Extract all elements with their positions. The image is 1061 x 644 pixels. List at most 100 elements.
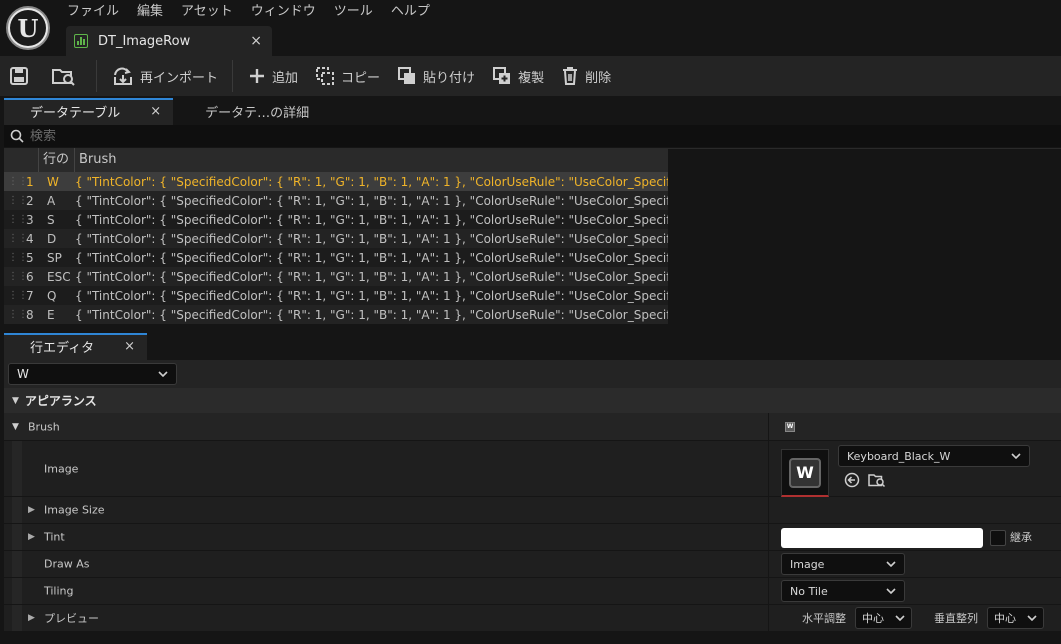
drag-handle-icon[interactable]: ⋮⋮: [8, 252, 28, 263]
column-splitter[interactable]: [768, 441, 769, 496]
copy-button[interactable]: コピー: [306, 56, 388, 96]
paste-icon: [398, 67, 416, 84]
search-bar: [4, 125, 1061, 147]
property-tint-label: Tint: [44, 530, 65, 544]
v-align-dropdown[interactable]: 中心: [987, 607, 1044, 629]
drag-handle-icon[interactable]: ⋮⋮: [8, 290, 28, 301]
reimport-button[interactable]: 再インポート: [103, 56, 226, 96]
row-brush-value: { "TintColor": { "SpecifiedColor": { "R"…: [75, 250, 668, 265]
menu-edit[interactable]: 編集: [128, 2, 172, 22]
draw-as-dropdown[interactable]: Image: [781, 553, 905, 575]
header-row-name[interactable]: 行の: [38, 148, 74, 172]
row-name: S: [47, 212, 55, 227]
table-row[interactable]: ⋮⋮ 4 D { "TintColor": { "SpecifiedColor"…: [4, 229, 668, 248]
property-tint[interactable]: ▶ Tint 継承: [4, 524, 1061, 551]
save-button[interactable]: [0, 56, 43, 96]
property-tiling-label: Tiling: [44, 584, 74, 598]
browse-folder-icon: [52, 69, 75, 86]
v-align-label: 垂直整列: [934, 612, 978, 625]
drag-handle-icon[interactable]: ⋮⋮: [8, 176, 28, 187]
table-row[interactable]: ⋮⋮ 7 Q { "TintColor": { "SpecifiedColor"…: [4, 286, 668, 305]
drag-handle-icon[interactable]: ⋮⋮: [8, 233, 28, 244]
indent-bar: [12, 441, 22, 496]
drag-handle-icon[interactable]: ⋮⋮: [8, 214, 28, 225]
unreal-logo-icon[interactable]: U: [6, 6, 50, 50]
menu-help[interactable]: ヘルプ: [382, 2, 439, 22]
column-splitter[interactable]: [768, 497, 769, 523]
tiling-value: No Tile: [790, 584, 828, 598]
h-align-dropdown[interactable]: 中心: [855, 607, 912, 629]
tab-data-table[interactable]: データテーブル ×: [4, 98, 174, 125]
add-row-button[interactable]: 追加: [239, 56, 306, 96]
search-input[interactable]: [30, 128, 430, 144]
row-select-dropdown[interactable]: W: [8, 363, 177, 385]
trash-icon: [563, 67, 578, 85]
column-splitter[interactable]: [768, 413, 769, 440]
header-brush[interactable]: Brush: [74, 148, 668, 172]
document-tab[interactable]: DT_ImageRow ×: [66, 26, 272, 56]
drag-handle-icon[interactable]: ⋮⋮: [8, 271, 28, 282]
tab-row-editor-label: 行エディタ: [30, 341, 95, 356]
image-thumbnail[interactable]: W: [781, 449, 829, 497]
toolbar-separator: [96, 60, 97, 92]
table-row[interactable]: ⋮⋮ 3 S { "TintColor": { "SpecifiedColor"…: [4, 210, 668, 229]
collapse-triangle-icon: ▼: [12, 421, 19, 432]
column-splitter[interactable]: [768, 551, 769, 577]
column-splitter[interactable]: [768, 605, 769, 631]
document-tab-label: DT_ImageRow: [98, 33, 191, 49]
tab-data-table-details[interactable]: データテ…の詳細: [173, 98, 321, 125]
drag-handle-icon[interactable]: ⋮⋮: [8, 309, 28, 320]
duplicate-button[interactable]: 複製: [483, 56, 552, 96]
tint-color-swatch[interactable]: [781, 528, 983, 548]
row-name: W: [47, 174, 59, 189]
document-tab-close-icon[interactable]: ×: [250, 33, 262, 49]
expand-triangle-icon: ▶: [28, 532, 35, 542]
data-table-panel: データテーブル × データテ…の詳細 行の Brush ⋮⋮ 1 W { "Ti…: [4, 98, 1061, 328]
image-asset-picker[interactable]: Keyboard_Black_W: [838, 445, 1030, 467]
collapse-triangle-icon: ▼: [12, 395, 19, 406]
tab-row-editor[interactable]: 行エディタ ×: [4, 333, 147, 360]
menu-asset[interactable]: アセット: [172, 2, 242, 22]
property-preview[interactable]: ▶ プレビュー 水平調整 中心 垂直整列 中心: [4, 605, 1061, 632]
tab-data-table-close-icon[interactable]: ×: [150, 104, 161, 119]
row-index: 4: [26, 231, 34, 246]
column-splitter[interactable]: [768, 578, 769, 604]
chevron-down-icon: [886, 588, 896, 594]
indent-bar: [12, 497, 22, 523]
row-index: 5: [26, 250, 34, 265]
use-selected-asset-icon[interactable]: [844, 472, 860, 488]
browse-button[interactable]: [43, 56, 90, 96]
column-splitter[interactable]: [768, 524, 769, 550]
section-appearance-label: アピアランス: [24, 394, 97, 408]
plus-icon: [250, 69, 265, 83]
menu-window[interactable]: ウィンドウ: [242, 2, 325, 22]
row-editor-tabs: 行エディタ ×: [4, 333, 1061, 360]
data-table-icon: [74, 34, 88, 48]
property-brush[interactable]: ▼ Brush W: [4, 413, 1061, 441]
row-brush-value: { "TintColor": { "SpecifiedColor": { "R"…: [75, 231, 668, 246]
property-image-size[interactable]: ▶ Image Size: [4, 497, 1061, 524]
delete-button[interactable]: 削除: [552, 56, 619, 96]
paste-button[interactable]: 貼り付け: [388, 56, 483, 96]
menu-file[interactable]: ファイル: [58, 2, 128, 22]
inherit-checkbox[interactable]: [990, 530, 1006, 546]
row-name: ESC: [47, 269, 71, 284]
menu-tools[interactable]: ツール: [325, 2, 382, 22]
tiling-dropdown[interactable]: No Tile: [781, 580, 905, 602]
table-row[interactable]: ⋮⋮ 8 E { "TintColor": { "SpecifiedColor"…: [4, 305, 668, 324]
property-image-size-label: Image Size: [44, 503, 105, 517]
table-row[interactable]: ⋮⋮ 6 ESC { "TintColor": { "SpecifiedColo…: [4, 267, 668, 286]
property-tiling: Tiling No Tile: [4, 578, 1061, 605]
h-align-value: 中心: [862, 612, 884, 625]
row-brush-value: { "TintColor": { "SpecifiedColor": { "R"…: [75, 288, 668, 303]
row-name: D: [47, 231, 57, 246]
drag-handle-icon[interactable]: ⋮⋮: [8, 195, 28, 206]
table-row[interactable]: ⋮⋮ 1 W { "TintColor": { "SpecifiedColor"…: [4, 172, 668, 191]
table-row[interactable]: ⋮⋮ 2 A { "TintColor": { "SpecifiedColor"…: [4, 191, 668, 210]
browse-asset-icon[interactable]: [868, 472, 886, 488]
tab-row-editor-close-icon[interactable]: ×: [124, 339, 135, 354]
section-appearance[interactable]: ▼ アピアランス: [4, 388, 1061, 413]
h-align-label: 水平調整: [802, 612, 846, 625]
chevron-down-icon: [1027, 615, 1037, 621]
table-row[interactable]: ⋮⋮ 5 SP { "TintColor": { "SpecifiedColor…: [4, 248, 668, 267]
